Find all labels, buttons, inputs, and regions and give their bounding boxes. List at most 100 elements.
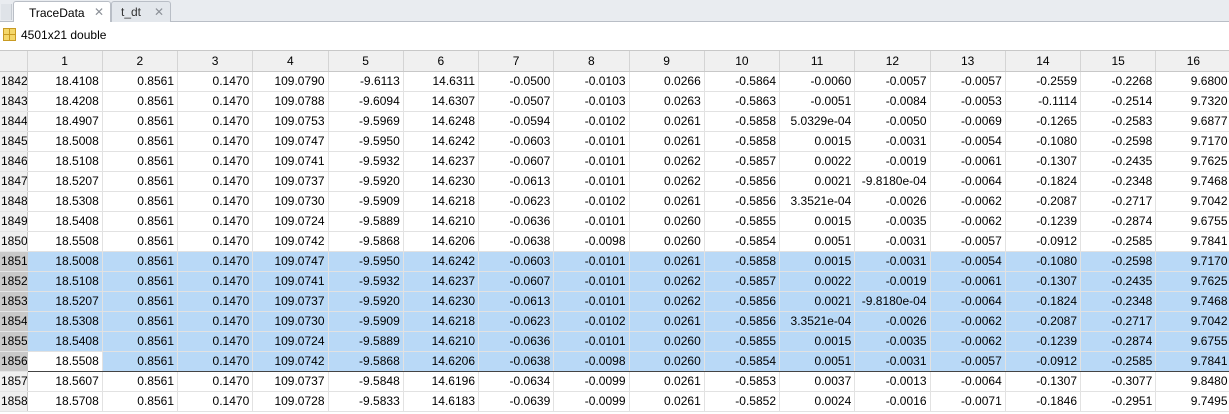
table-cell[interactable]: 0.0262 (629, 151, 705, 172)
table-cell[interactable]: -0.0607 (478, 271, 555, 292)
table-row[interactable]: 1846 18.5108 0.8561 0.1470 109.0741 -9.5932 14… (0, 151, 1229, 172)
table-cell[interactable]: 0.0015 (779, 250, 856, 272)
table-cell[interactable]: 18.5008 (27, 250, 103, 272)
table-cell[interactable]: 109.0737 (252, 171, 329, 192)
table-cell[interactable]: 0.0015 (779, 211, 856, 232)
table-cell[interactable]: 14.6218 (403, 191, 480, 212)
table-cell[interactable]: 9.7468 (1155, 291, 1229, 312)
table-row[interactable]: 1853 18.5207 0.8561 0.1470 109.0737 -9.5920 14… (0, 291, 1229, 312)
table-cell[interactable]: 9.6877 (1155, 111, 1229, 132)
column-header[interactable]: 1 (27, 51, 103, 72)
table-cell[interactable]: 0.0261 (629, 131, 705, 152)
table-cell[interactable]: -0.0031 (854, 131, 931, 152)
table-cell[interactable]: -0.0031 (854, 250, 931, 272)
table-cell[interactable]: -0.0062 (930, 191, 1006, 212)
column-header[interactable]: 15 (1080, 51, 1157, 72)
table-cell[interactable]: 109.0741 (252, 151, 329, 172)
table-cell[interactable]: -0.2087 (1005, 311, 1082, 332)
table-cell[interactable]: -9.5889 (328, 211, 404, 232)
table-cell[interactable]: -0.0636 (478, 331, 555, 352)
table-cell[interactable]: -0.0607 (478, 151, 555, 172)
table-cell[interactable]: 0.1470 (177, 211, 254, 232)
table-cell[interactable]: -0.0064 (930, 291, 1006, 312)
table-cell[interactable]: -0.0019 (854, 151, 931, 172)
table-cell[interactable]: 0.8561 (102, 271, 179, 292)
table-cell[interactable]: 0.1470 (177, 151, 254, 172)
table-cell[interactable]: 18.5207 (27, 171, 103, 192)
table-cell[interactable]: -0.2717 (1080, 311, 1157, 332)
table-cell[interactable]: -0.2583 (1080, 111, 1157, 132)
table-cell[interactable]: -0.0103 (553, 91, 630, 112)
table-cell[interactable]: -0.0084 (854, 91, 931, 112)
table-cell[interactable]: -0.0638 (478, 351, 555, 372)
table-cell[interactable]: -0.0103 (553, 71, 630, 92)
table-cell[interactable]: -0.0054 (930, 250, 1006, 272)
table-cell[interactable]: -0.5852 (704, 391, 781, 412)
table-cell[interactable]: 18.5008 (27, 131, 103, 152)
table-row[interactable]: 1851 18.5008 0.8561 0.1470 109.0747 -9.5950 14… (0, 250, 1229, 272)
column-header[interactable]: 2 (102, 51, 179, 72)
table-cell[interactable]: -0.5857 (704, 151, 781, 172)
table-cell[interactable]: 109.0737 (252, 371, 329, 392)
table-cell[interactable]: 0.0262 (629, 171, 705, 192)
table-cell[interactable]: 0.0260 (629, 231, 705, 252)
table-cell[interactable]: -9.5909 (328, 311, 404, 332)
table-cell[interactable]: -0.0507 (478, 91, 555, 112)
table-cell[interactable]: 109.0790 (252, 71, 329, 92)
table-cell[interactable]: -0.2585 (1080, 231, 1157, 252)
row-header[interactable]: 1847 (0, 171, 28, 192)
table-cell[interactable]: 18.4208 (27, 91, 103, 112)
table-cell[interactable]: 0.8561 (102, 191, 179, 212)
table-cell[interactable]: 9.7170 (1155, 250, 1229, 272)
table-cell[interactable]: 18.5207 (27, 291, 103, 312)
table-cell[interactable]: 18.5108 (27, 151, 103, 172)
table-cell[interactable]: 0.8561 (102, 331, 179, 352)
table-cell[interactable]: -0.5856 (704, 311, 781, 332)
column-header[interactable]: 3 (177, 51, 254, 72)
row-header[interactable]: 1846 (0, 151, 28, 172)
table-cell[interactable]: 0.0022 (779, 151, 856, 172)
table-cell[interactable]: 14.6242 (403, 250, 480, 272)
table-cell[interactable]: -0.1080 (1005, 131, 1082, 152)
table-cell[interactable]: 0.8561 (102, 371, 179, 392)
row-header[interactable]: 1849 (0, 211, 28, 232)
table-cell[interactable]: 0.8561 (102, 71, 179, 92)
table-row[interactable]: 1842 18.4108 0.8561 0.1470 109.0790 -9.6113 14… (0, 71, 1229, 92)
row-header[interactable]: 1854 (0, 311, 28, 332)
row-header[interactable]: 1848 (0, 191, 28, 212)
table-cell[interactable]: 9.7625 (1155, 151, 1229, 172)
table-cell[interactable]: 18.4907 (27, 111, 103, 132)
column-header[interactable]: 5 (328, 51, 404, 72)
table-cell[interactable]: 0.1470 (177, 131, 254, 152)
table-cell[interactable]: 0.8561 (102, 151, 179, 172)
table-cell[interactable]: -0.2348 (1080, 171, 1157, 192)
table-cell[interactable]: -0.0069 (930, 111, 1006, 132)
table-cell[interactable]: -0.1824 (1005, 171, 1082, 192)
table-cell[interactable]: 9.6755 (1155, 211, 1229, 232)
table-cell[interactable]: -0.0636 (478, 211, 555, 232)
table-cell[interactable]: -9.8180e-04 (854, 291, 931, 312)
table-row[interactable]: 1850 18.5508 0.8561 0.1470 109.0742 -9.5868 14… (0, 231, 1229, 252)
table-cell[interactable]: 0.1470 (177, 331, 254, 352)
table-cell[interactable]: -0.0102 (553, 191, 630, 212)
table-cell[interactable]: 14.6242 (403, 131, 480, 152)
row-header[interactable]: 1856 (0, 351, 28, 372)
table-cell[interactable]: -0.0013 (854, 371, 931, 392)
table-cell[interactable]: 0.1470 (177, 91, 254, 112)
table-cell[interactable]: 14.6210 (403, 331, 480, 352)
table-cell[interactable]: 0.1470 (177, 171, 254, 192)
table-cell[interactable]: 0.8561 (102, 111, 179, 132)
table-cell[interactable]: -0.0031 (854, 351, 931, 372)
table-cell[interactable]: 109.0747 (252, 131, 329, 152)
table-cell[interactable]: -0.5864 (704, 71, 781, 92)
table-cell[interactable]: 3.3521e-04 (779, 311, 856, 332)
table-cell[interactable]: -0.2874 (1080, 331, 1157, 352)
table-row[interactable]: 1852 18.5108 0.8561 0.1470 109.0741 -9.5932 14… (0, 271, 1229, 292)
table-cell[interactable]: 0.0051 (779, 351, 856, 372)
table-cell[interactable]: -0.0912 (1005, 351, 1082, 372)
table-cell[interactable]: -0.2874 (1080, 211, 1157, 232)
table-cell[interactable]: -0.5854 (704, 351, 781, 372)
table-cell[interactable]: -0.1824 (1005, 291, 1082, 312)
table-cell[interactable]: -9.5848 (328, 371, 404, 392)
table-cell[interactable]: 109.0788 (252, 91, 329, 112)
